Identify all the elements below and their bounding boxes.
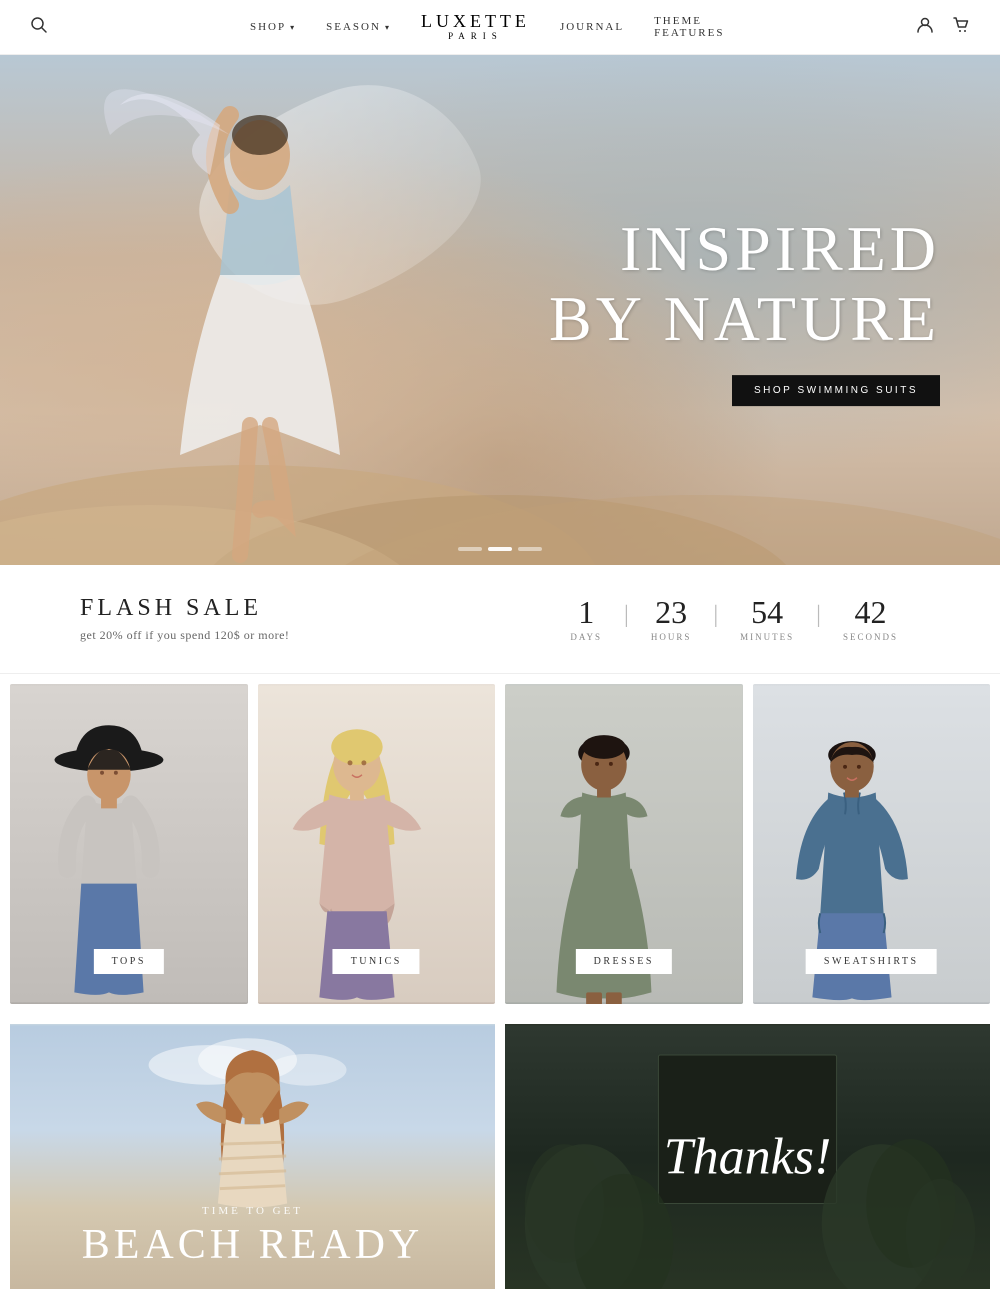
hero-cta-button[interactable]: SHOP SWIMMING SUITS: [732, 375, 940, 406]
main-nav: SHOP ▾ SEASON ▾ LUXETTE PARIS JOURNAL TH…: [250, 12, 750, 42]
header-right: [916, 16, 970, 39]
account-icon[interactable]: [916, 16, 934, 39]
category-tunics[interactable]: TUNICS: [258, 684, 496, 1004]
flash-sale-subtitle: get 20% off if you spend 120$ or more!: [80, 628, 289, 643]
nav-theme-features[interactable]: THEME FEATURES: [654, 15, 750, 39]
site-logo[interactable]: LUXETTE PARIS: [421, 12, 530, 42]
thanks-text: Thanks!: [664, 1127, 832, 1186]
hero-dot-2[interactable]: [488, 547, 512, 551]
hero-dot-1[interactable]: [458, 547, 482, 551]
nav-season[interactable]: SEASON ▾: [326, 21, 391, 33]
tops-label: TOPS: [94, 949, 164, 974]
hero-title-line1: INSPIRED: [549, 214, 940, 284]
sweatshirts-label: SWEATSHIRTS: [806, 949, 937, 974]
countdown-days-value: 1: [578, 596, 594, 628]
hero-title-line2: BY NATURE: [549, 285, 940, 355]
countdown-minutes-label: MINUTES: [740, 632, 794, 642]
beach-main-text: BEACH READY: [10, 1221, 495, 1269]
countdown-hours-label: HOURS: [651, 632, 692, 642]
countdown-days-label: DAYS: [570, 632, 602, 642]
category-grid: TOPS: [0, 674, 1000, 1014]
category-dresses[interactable]: DRESSES: [505, 684, 743, 1004]
nav-journal[interactable]: JOURNAL: [560, 21, 624, 33]
countdown-seconds: 42 SECONDS: [821, 596, 920, 642]
hero-section: INSPIRED BY NATURE SHOP SWIMMING SUITS: [0, 55, 1000, 565]
panel-thanks[interactable]: Thanks!: [505, 1024, 990, 1289]
countdown-timer: 1 DAYS | 23 HOURS | 54 MINUTES | 42 SECO…: [548, 596, 920, 642]
shop-chevron-icon: ▾: [290, 23, 296, 32]
hero-model-figure: [100, 75, 420, 565]
nav-shop[interactable]: SHOP ▾: [250, 21, 296, 33]
search-icon[interactable]: [30, 16, 48, 39]
hero-dot-3[interactable]: [518, 547, 542, 551]
beach-panel-text: TIME TO GET BEACH READY: [10, 1205, 495, 1269]
flash-sale-section: FLASH SALE get 20% off if you spend 120$…: [0, 565, 1000, 674]
category-tops[interactable]: TOPS: [10, 684, 248, 1004]
countdown-hours: 23 HOURS: [629, 596, 714, 642]
bottom-panels: TIME TO GET BEACH READY: [0, 1014, 1000, 1299]
hero-carousel-dots: [458, 547, 542, 551]
panel-beach[interactable]: TIME TO GET BEACH READY: [10, 1024, 495, 1289]
countdown-seconds-label: SECONDS: [843, 632, 898, 642]
countdown-hours-value: 23: [655, 596, 687, 628]
site-header: SHOP ▾ SEASON ▾ LUXETTE PARIS JOURNAL TH…: [0, 0, 1000, 55]
countdown-days: 1 DAYS: [548, 596, 624, 642]
season-chevron-icon: ▾: [385, 23, 391, 32]
category-sweatshirts[interactable]: SWEATSHIRTS: [753, 684, 991, 1004]
dresses-label: DRESSES: [576, 949, 672, 974]
flash-sale-title: FLASH SALE: [80, 595, 289, 622]
beach-sub-text: TIME TO GET: [10, 1205, 495, 1217]
countdown-seconds-value: 42: [854, 596, 886, 628]
hero-text-block: INSPIRED BY NATURE SHOP SWIMMING SUITS: [549, 214, 940, 406]
countdown-minutes: 54 MINUTES: [718, 596, 816, 642]
cart-icon[interactable]: [952, 16, 970, 39]
tunics-label: TUNICS: [333, 949, 420, 974]
countdown-minutes-value: 54: [751, 596, 783, 628]
header-left: [30, 16, 48, 39]
flash-sale-info: FLASH SALE get 20% off if you spend 120$…: [80, 595, 289, 643]
